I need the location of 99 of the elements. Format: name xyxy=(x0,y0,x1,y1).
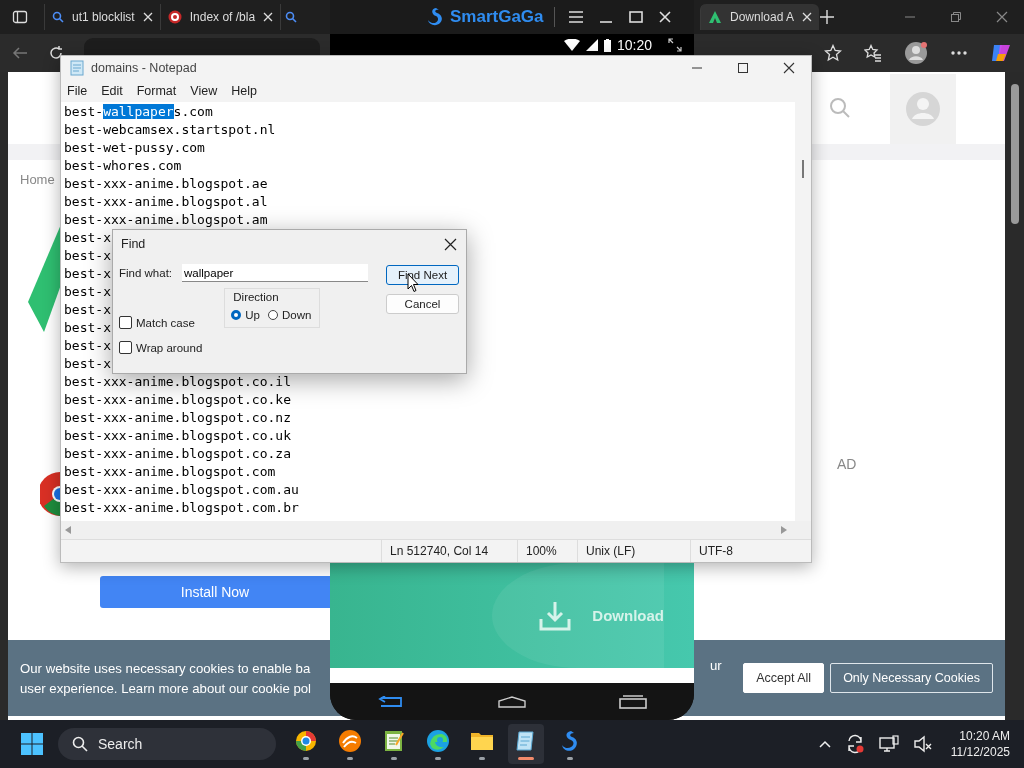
text-line: best-xxx-anime.blogspot.am xyxy=(64,211,268,229)
search-field[interactable]: wallpaper xyxy=(182,264,369,282)
fullscreen-icon[interactable] xyxy=(668,38,682,52)
close-icon[interactable] xyxy=(444,237,457,251)
text-line: best-whores.com xyxy=(64,157,182,175)
monitor-icon[interactable] xyxy=(878,735,899,753)
browser-tab[interactable]: Index of /bla xyxy=(159,4,281,30)
status-field: 100% xyxy=(517,540,577,562)
ad-label: AD xyxy=(837,456,857,472)
restore-icon[interactable] xyxy=(950,11,962,23)
search-icon xyxy=(72,736,88,752)
dialog-title: Find xyxy=(121,237,146,251)
text-line: best-xxx-anime.blogspot.com.au xyxy=(64,481,299,499)
text-line: best-xxx-anime.blogspot.co.uk xyxy=(64,427,291,445)
radio-label: Up xyxy=(245,309,260,321)
tab-actions-icon[interactable] xyxy=(12,9,28,25)
menu-item[interactable]: View xyxy=(190,84,218,98)
target-icon xyxy=(167,10,182,24)
signal-icon xyxy=(585,39,598,51)
clock-date[interactable]: 11/12/2025 xyxy=(950,745,1010,759)
text-line: best-x xyxy=(64,355,111,373)
checkbox[interactable] xyxy=(119,316,132,329)
wave-logo-icon xyxy=(426,728,450,753)
swan-logo-icon xyxy=(426,7,444,27)
swirl-logo-icon xyxy=(338,728,362,753)
more-icon[interactable] xyxy=(950,50,968,56)
taskbar-search[interactable]: Search xyxy=(58,728,276,760)
clock-time[interactable]: 10:20 AM xyxy=(959,729,1010,743)
menu-icon[interactable] xyxy=(568,11,583,23)
text-line: best-x xyxy=(64,319,111,337)
text-line: best-xxx-anime.blogspot.co.ke xyxy=(64,391,291,409)
taskbar-app[interactable] xyxy=(508,724,544,764)
browser-tab[interactable]: Download A xyxy=(700,4,820,30)
checkbox-label: Wrap around xyxy=(136,341,203,354)
new-tab-icon[interactable] xyxy=(820,10,834,24)
copilot-icon[interactable] xyxy=(990,42,1012,64)
window-title: domains - Notepad xyxy=(91,61,197,75)
browser-tab[interactable]: ut1 blocklist xyxy=(44,4,160,30)
volume-muted-icon[interactable] xyxy=(912,735,933,753)
text-line: best-x xyxy=(64,337,111,355)
wifi-icon xyxy=(563,39,580,51)
status-time: 10:20 xyxy=(616,37,652,53)
text-line: best-xxx-anime.blogspot.co.nz xyxy=(64,409,291,427)
recents-icon[interactable] xyxy=(619,694,648,709)
text-line: best-x xyxy=(64,265,111,283)
field-label: Find what: xyxy=(119,267,173,279)
app-title: SmartGaGa xyxy=(450,7,544,27)
checkbox[interactable] xyxy=(119,341,132,354)
text-line: best-xxx-anime.blogspot.ae xyxy=(64,175,268,193)
cookie-text: user experience. Learn more about our cookie pol xyxy=(20,680,313,696)
menu-item[interactable]: Format xyxy=(136,84,177,98)
text-line: best-xxx-anime.blogspot.co.il xyxy=(64,373,291,391)
notepad-icon xyxy=(69,60,85,76)
close-icon[interactable] xyxy=(783,62,795,74)
search-icon xyxy=(52,11,64,23)
text-line: best-x xyxy=(64,283,111,301)
start-icon[interactable] xyxy=(20,732,44,756)
text-line: best-x xyxy=(64,247,111,265)
status-field: Ln 512740, Col 14 xyxy=(381,540,517,562)
battery-icon xyxy=(603,38,611,52)
cookie-button[interactable]: Only Necessary Cookies xyxy=(830,663,993,693)
cookie-button[interactable]: Accept All xyxy=(743,663,825,693)
profile-icon[interactable] xyxy=(904,41,928,65)
triangle-logo-icon xyxy=(708,10,722,24)
breadcrumb-link[interactable]: Home xyxy=(20,172,55,187)
checkbox-label: Match case xyxy=(136,316,195,329)
text-line: best-x xyxy=(64,301,111,319)
home-icon[interactable] xyxy=(498,695,526,708)
favorites-icon[interactable] xyxy=(864,44,882,62)
search-icon xyxy=(285,11,298,23)
cookie-text: Our website uses necessary cookies to enable ba xyxy=(20,660,312,676)
status-field: Unix (LF) xyxy=(577,540,690,562)
radio-label: Down xyxy=(282,309,312,321)
radio-button[interactable] xyxy=(268,310,278,320)
menu-item[interactable]: File xyxy=(67,84,88,98)
radio-button[interactable] xyxy=(231,310,242,320)
text-line: best-webcamsex.startspot.nl xyxy=(64,121,276,139)
cookie-text: ur xyxy=(710,658,722,673)
maximize-icon[interactable] xyxy=(737,62,749,74)
refresh-icon[interactable] xyxy=(48,45,64,61)
text-line: best-xxx-anime.blogspot.co.za xyxy=(64,445,291,463)
dialog-button[interactable]: Cancel xyxy=(386,294,459,314)
text-line: best-xxx-anime.blogspot.com.br xyxy=(64,499,299,517)
status-field: UTF-8 xyxy=(690,540,800,562)
text-line: best-xxx-anime.blogspot.al xyxy=(64,193,268,211)
text-line: best-x xyxy=(64,229,111,247)
notepad-pencil-icon xyxy=(382,728,406,753)
browser-logo-icon xyxy=(294,728,318,753)
install-button[interactable]: Install Now xyxy=(100,576,330,608)
text-line: best-wet-pussy.com xyxy=(64,139,205,157)
text-line: best-xxx-anime.blogspot.com xyxy=(64,463,276,481)
star-icon[interactable] xyxy=(824,44,842,62)
back-icon[interactable] xyxy=(376,695,405,708)
menu-item[interactable]: Help xyxy=(231,84,257,98)
avatar-icon xyxy=(905,91,941,127)
menu-item[interactable]: Edit xyxy=(101,84,123,98)
back-icon[interactable] xyxy=(12,45,28,61)
chevron-up-icon[interactable] xyxy=(818,740,831,748)
group-label: Direction xyxy=(233,291,280,303)
